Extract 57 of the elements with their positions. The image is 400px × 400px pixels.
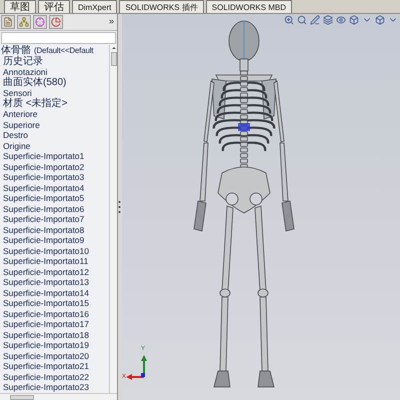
cube-icon[interactable] [375,15,385,25]
eye-icon[interactable] [336,15,346,25]
tab[interactable]: SOLIDWORKS 插件 [119,0,204,13]
tree-item[interactable]: Superficie-Importato14 [1,288,109,298]
tree-item[interactable]: Superficie-Importato20 [1,350,109,361]
configuration-name: (Default<<Default [34,46,94,56]
tree-item[interactable]: Superficie-Importato17 [1,319,109,330]
tree-item[interactable]: Superficie-Importato16 [1,308,109,319]
layers-icon[interactable] [323,15,333,25]
tree-item[interactable]: Sensori [1,88,109,98]
tree-item[interactable]: Superficie-Importato23 [1,382,109,392]
pie-chart-icon[interactable] [49,15,63,29]
scroll-thumb[interactable] [110,52,116,66]
tree-item[interactable]: Origine [1,140,109,151]
document-icon[interactable] [1,15,15,29]
more-button[interactable]: » [108,15,116,29]
horizontal-scrollbar[interactable] [0,393,117,400]
tree-item[interactable]: Superficie-Importato12 [1,266,109,277]
tree-item[interactable]: Destro [1,130,109,140]
tree-item[interactable]: Superficie-Importato22 [1,372,109,382]
tree-item[interactable]: Superficie-Importato18 [1,330,109,340]
tree-item[interactable]: Superficie-Importato2 [1,162,109,172]
tree-item[interactable]: Superficie-Importato21 [1,361,109,372]
cube-icon[interactable] [349,15,359,25]
tree-item[interactable]: Superficie-Importato7 [1,214,109,224]
triad-drawing [126,355,147,380]
crosshair-icon[interactable] [33,15,47,29]
tree-item[interactable]: 材质 <未指定> [1,98,109,109]
tree-item[interactable]: Anteriore [1,109,109,120]
tree-item[interactable]: Superficie-Importato4 [1,182,109,193]
tree-item[interactable]: Superficie-Importato6 [1,204,109,214]
tree-root-item[interactable]: 体骨骼 [1,46,31,56]
tree-item[interactable]: Superficie-Importato15 [1,298,109,308]
search-icon[interactable] [297,15,307,25]
zoom-in-icon[interactable] [284,15,294,25]
vertical-scrollbar[interactable] [109,45,117,393]
splitter-handle-icon[interactable] [118,200,121,214]
tree-item[interactable]: Superficie-Importato8 [1,224,109,235]
tree-item[interactable]: 曲面实体(580) [1,78,109,88]
tab[interactable]: 评估 [38,0,70,13]
tree-item[interactable]: Superficie-Importato19 [1,340,109,350]
tree-item[interactable]: Superficie-Importato3 [1,172,109,182]
filter-field[interactable] [1,32,116,44]
tab[interactable]: 草图 [4,0,36,13]
tree-icon[interactable] [17,15,31,29]
tree-item[interactable]: Superficie-Importato5 [1,193,109,204]
tree-item[interactable]: Superficie-Importato1 [1,151,109,162]
tree-item[interactable]: 历史记录 [1,56,109,67]
tree-item[interactable]: Superficie-Importato9 [1,235,109,246]
tree-item[interactable]: Annotazioni [1,67,109,78]
tab[interactable]: DimXpert [72,0,118,13]
tree-item[interactable]: Superficie-Importato13 [1,277,109,288]
pen-icon[interactable] [310,15,320,25]
tab[interactable]: SOLIDWORKS MBD [206,0,292,13]
tree-item[interactable]: Superiore [1,120,109,130]
tree-item[interactable]: Superficie-Importato11 [1,256,109,266]
tree-item[interactable]: Superficie-Importato10 [1,246,109,256]
